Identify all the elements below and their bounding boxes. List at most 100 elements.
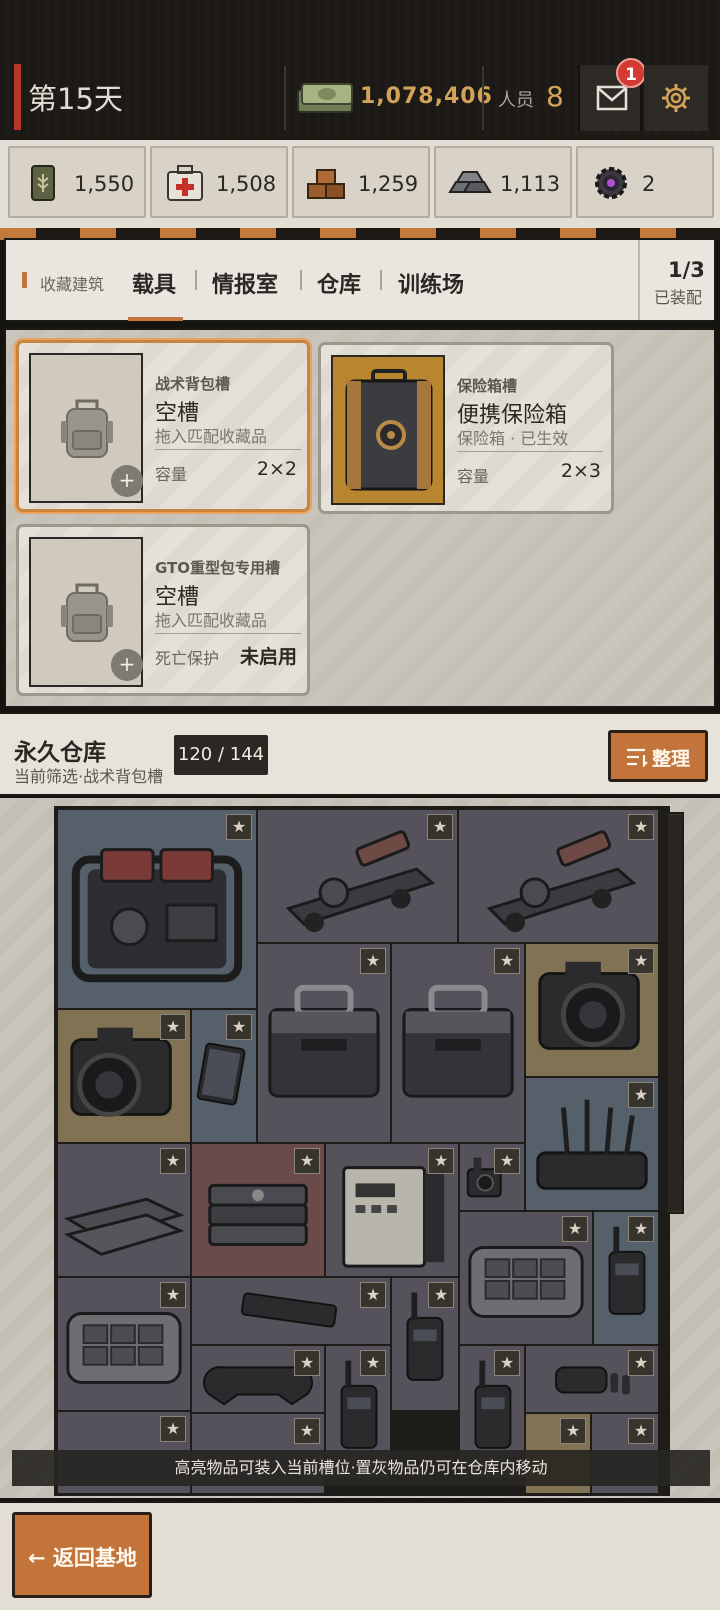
favorite-star-icon[interactable]: ★ xyxy=(560,1418,586,1444)
slot-stat-label: 死亡保护 xyxy=(155,649,220,668)
wood-icon xyxy=(304,162,350,204)
favorite-star-icon[interactable]: ★ xyxy=(160,1416,186,1442)
item-tackle-box[interactable]: ★ xyxy=(57,1277,191,1411)
divider xyxy=(482,66,484,130)
item-dashcam[interactable]: ★ xyxy=(459,1143,525,1211)
favorite-star-icon[interactable]: ★ xyxy=(562,1216,588,1242)
tab-warehouse[interactable]: 仓库 xyxy=(317,267,361,299)
favorite-star-icon[interactable]: ★ xyxy=(226,814,252,840)
divider xyxy=(284,66,286,130)
item-gamepad[interactable]: ★ xyxy=(191,1345,325,1413)
item-floor-jack[interactable]: ★ xyxy=(458,809,659,943)
favorite-star-icon[interactable]: ★ xyxy=(628,1418,654,1444)
active-tab-indicator xyxy=(128,317,183,321)
item-battery[interactable]: ★ xyxy=(391,943,525,1143)
item-walkie-talkie[interactable]: ★ xyxy=(391,1277,459,1411)
item-camera[interactable]: ★ xyxy=(57,1009,191,1143)
slot-gto-heavy-pack[interactable]: + GTO重型包专用槽 空槽 拖入匹配收藏品 死亡保护 未启用 xyxy=(16,524,310,696)
back-to-base-label: ← 返回基地 xyxy=(28,1542,137,1572)
sort-icon xyxy=(627,748,648,767)
crew-count: 8 xyxy=(546,80,564,113)
resource-value: 1,113 xyxy=(500,172,561,196)
resource-value: 1,550 xyxy=(74,172,135,196)
equipped-count: 1/3 xyxy=(668,258,705,282)
resource-metal[interactable]: 1,113 xyxy=(434,146,572,218)
slot-divider xyxy=(155,449,301,450)
equipped-label: 已装配 xyxy=(654,288,703,307)
item-metal-plates[interactable]: ★ xyxy=(57,1143,191,1277)
favorite-star-icon[interactable]: ★ xyxy=(628,814,654,840)
slot-divider xyxy=(457,451,603,452)
favorite-star-icon[interactable]: ★ xyxy=(494,1148,520,1174)
mail-icon xyxy=(596,85,628,111)
settings-icon xyxy=(662,84,690,112)
crew-label: 人员 xyxy=(498,90,534,111)
favorite-marker xyxy=(22,272,27,288)
item-earbuds-case[interactable]: ★ xyxy=(525,1345,659,1413)
item-battery[interactable]: ★ xyxy=(257,943,391,1143)
resource-value: 2 xyxy=(642,172,656,196)
slot-stat-value: 未启用 xyxy=(239,646,297,668)
favorite-star-icon[interactable]: ★ xyxy=(494,948,520,974)
favorite-star-icon[interactable]: ★ xyxy=(160,1014,186,1040)
favorite-star-icon[interactable]: ★ xyxy=(160,1282,186,1308)
slot-hint: 拖入匹配收藏品 xyxy=(155,427,268,446)
tab-training-ground[interactable]: 训练场 xyxy=(398,267,464,299)
item-camera[interactable]: ★ xyxy=(525,943,659,1077)
favorite-star-icon[interactable]: ★ xyxy=(360,1350,386,1376)
settings-button[interactable] xyxy=(644,65,708,131)
sort-label: 整理 xyxy=(652,748,691,770)
favorite-star-icon[interactable]: ★ xyxy=(428,1282,454,1308)
tab-vehicle[interactable]: 载具 xyxy=(132,267,176,299)
favorite-star-icon[interactable]: ★ xyxy=(294,1418,320,1444)
slot-stat-value: 2×3 xyxy=(560,460,601,482)
tab-intel-room[interactable]: 情报室 xyxy=(212,267,278,299)
favorite-star-icon[interactable]: ★ xyxy=(427,814,453,840)
favorite-star-icon[interactable]: ★ xyxy=(360,1282,386,1308)
tab-divider xyxy=(195,270,197,290)
slot-safe-box[interactable]: 保险箱槽 便携保险箱 保险箱 · 已生效 容量 2×3 xyxy=(318,342,614,514)
slot-thumbnail xyxy=(331,355,445,505)
favorite-star-icon[interactable]: ★ xyxy=(628,1350,654,1376)
favorite-star-icon[interactable]: ★ xyxy=(494,1350,520,1376)
day-accent-bar xyxy=(14,64,21,130)
item-generator[interactable]: ★ xyxy=(57,809,257,1009)
favorite-star-icon[interactable]: ★ xyxy=(428,1148,454,1174)
item-router[interactable]: ★ xyxy=(525,1077,659,1211)
hint-banner: 高亮物品可装入当前槽位·置灰物品仍可在仓库内移动 xyxy=(12,1450,710,1486)
grid-scrollbar-thumb[interactable] xyxy=(668,815,682,1211)
storage-capacity: 120 / 144 xyxy=(174,735,268,775)
resource-supply[interactable]: 1,550 xyxy=(8,146,146,218)
backpack-icon xyxy=(61,399,113,458)
resource-parts[interactable]: 2 xyxy=(576,146,714,218)
favorite-star-icon[interactable]: ★ xyxy=(294,1350,320,1376)
storage-grid: ★ ★ ★ ★ ★ ★ ★ ★ ★ ★ ★ ★ ★ ★ ★ ★ ★ ★ ★ ★ … xyxy=(54,806,670,1496)
cash-amount: 1,078,406 xyxy=(360,84,493,109)
favorite-star-icon[interactable]: ★ xyxy=(628,1082,654,1108)
item-tablet[interactable]: ★ xyxy=(191,1009,257,1143)
favorite-star-icon[interactable]: ★ xyxy=(360,948,386,974)
item-control-panel[interactable]: ★ xyxy=(325,1143,459,1277)
tab-divider xyxy=(300,270,302,290)
slot-hint: 保险箱 · 已生效 xyxy=(457,429,569,448)
favorite-star-icon[interactable]: ★ xyxy=(226,1014,252,1040)
slot-type: GTO重型包专用槽 xyxy=(155,559,281,577)
resource-wood[interactable]: 1,259 xyxy=(292,146,430,218)
slot-tactical-backpack[interactable]: + 战术背包槽 空槽 拖入匹配收藏品 容量 2×2 xyxy=(16,340,310,512)
item-tackle-box[interactable]: ★ xyxy=(459,1211,593,1345)
tab-divider xyxy=(380,270,382,290)
item-scanner[interactable]: ★ xyxy=(191,1277,391,1345)
add-icon[interactable]: + xyxy=(111,465,143,497)
medkit-icon xyxy=(162,162,208,204)
resource-medical[interactable]: 1,508 xyxy=(150,146,288,218)
favorite-star-icon[interactable]: ★ xyxy=(294,1148,320,1174)
item-walkie-talkie[interactable]: ★ xyxy=(593,1211,659,1345)
favorite-star-icon[interactable]: ★ xyxy=(628,1216,654,1242)
favorite-star-icon[interactable]: ★ xyxy=(160,1148,186,1174)
item-ammo-stack[interactable]: ★ xyxy=(191,1143,325,1277)
gear-part-icon xyxy=(588,162,634,204)
item-floor-jack[interactable]: ★ xyxy=(257,809,458,943)
favorite-star-icon[interactable]: ★ xyxy=(628,948,654,974)
add-icon[interactable]: + xyxy=(111,649,143,681)
metal-ingot-icon xyxy=(446,162,492,204)
